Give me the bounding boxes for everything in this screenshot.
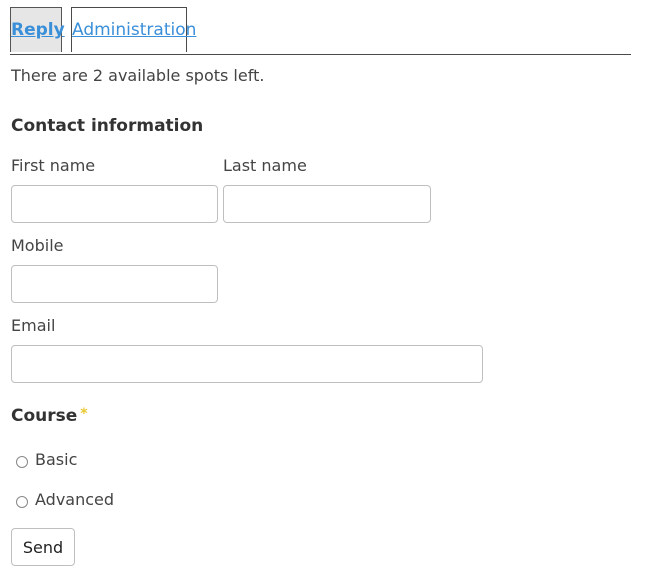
tab-reply[interactable]: Reply xyxy=(10,7,65,52)
course-option-advanced[interactable]: Advanced xyxy=(16,490,114,509)
radio-label: Advanced xyxy=(35,490,115,509)
course-option-basic[interactable]: Basic xyxy=(16,450,77,469)
last-name-label: Last name xyxy=(223,156,307,175)
mobile-label: Mobile xyxy=(11,236,64,255)
tab-administration[interactable]: Administration xyxy=(71,7,196,52)
required-star-icon: * xyxy=(80,406,88,422)
course-section-title: Course * xyxy=(11,406,88,426)
send-button[interactable]: Send xyxy=(11,528,75,566)
tab-bar: Reply Administration xyxy=(10,7,631,55)
course-title-text: Course xyxy=(11,406,78,426)
radio-button[interactable] xyxy=(16,495,28,508)
radio-button[interactable] xyxy=(16,455,28,468)
mobile-field[interactable] xyxy=(11,265,218,303)
first-name-label: First name xyxy=(11,156,96,175)
radio-label: Basic xyxy=(35,450,78,469)
email-field[interactable] xyxy=(11,345,483,383)
contact-section-title: Contact information xyxy=(11,116,204,136)
last-name-field[interactable] xyxy=(223,185,431,223)
first-name-field[interactable] xyxy=(11,185,218,223)
email-label: Email xyxy=(11,316,56,335)
availability-notice: There are 2 available spots left. xyxy=(11,66,265,85)
